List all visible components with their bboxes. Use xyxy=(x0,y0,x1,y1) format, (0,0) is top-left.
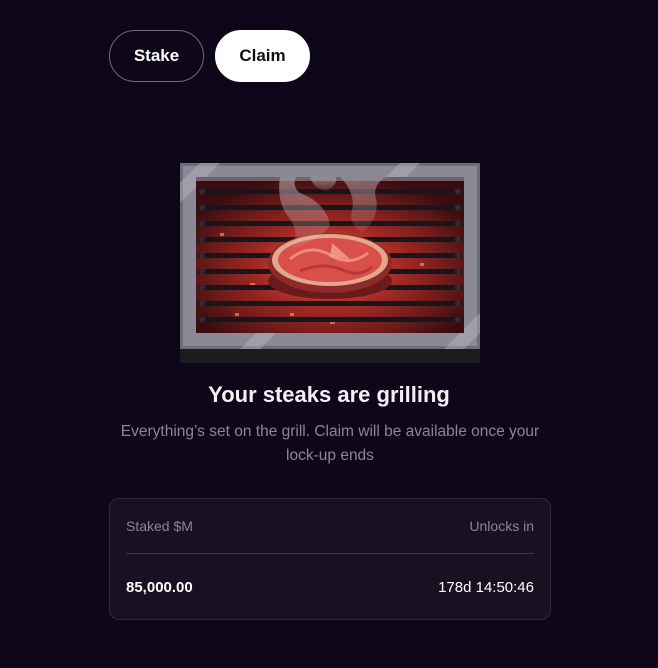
steak xyxy=(268,233,392,299)
unlock-countdown: 178d 14:50:46 xyxy=(438,578,534,596)
unlocks-label: Unlocks in xyxy=(469,518,534,534)
stake-summary-card: Staked $M Unlocks in 85,000.00 178d 14:5… xyxy=(109,498,551,620)
tab-stake[interactable]: Stake xyxy=(109,30,204,82)
status-title: Your steaks are grilling xyxy=(208,382,450,407)
tab-claim[interactable]: Claim xyxy=(215,30,310,82)
staked-label: Staked $M xyxy=(126,518,193,534)
summary-header: Staked $M Unlocks in xyxy=(126,499,534,554)
status-description: Everything’s set on the grill. Claim wil… xyxy=(120,423,540,464)
stake-claim-tabs: Stake Claim xyxy=(109,30,310,82)
steak-on-grill-illustration xyxy=(180,163,480,363)
grill-base xyxy=(180,347,480,363)
summary-values: 85,000.00 178d 14:50:46 xyxy=(126,554,534,620)
staked-value: 85,000.00 xyxy=(126,578,193,596)
